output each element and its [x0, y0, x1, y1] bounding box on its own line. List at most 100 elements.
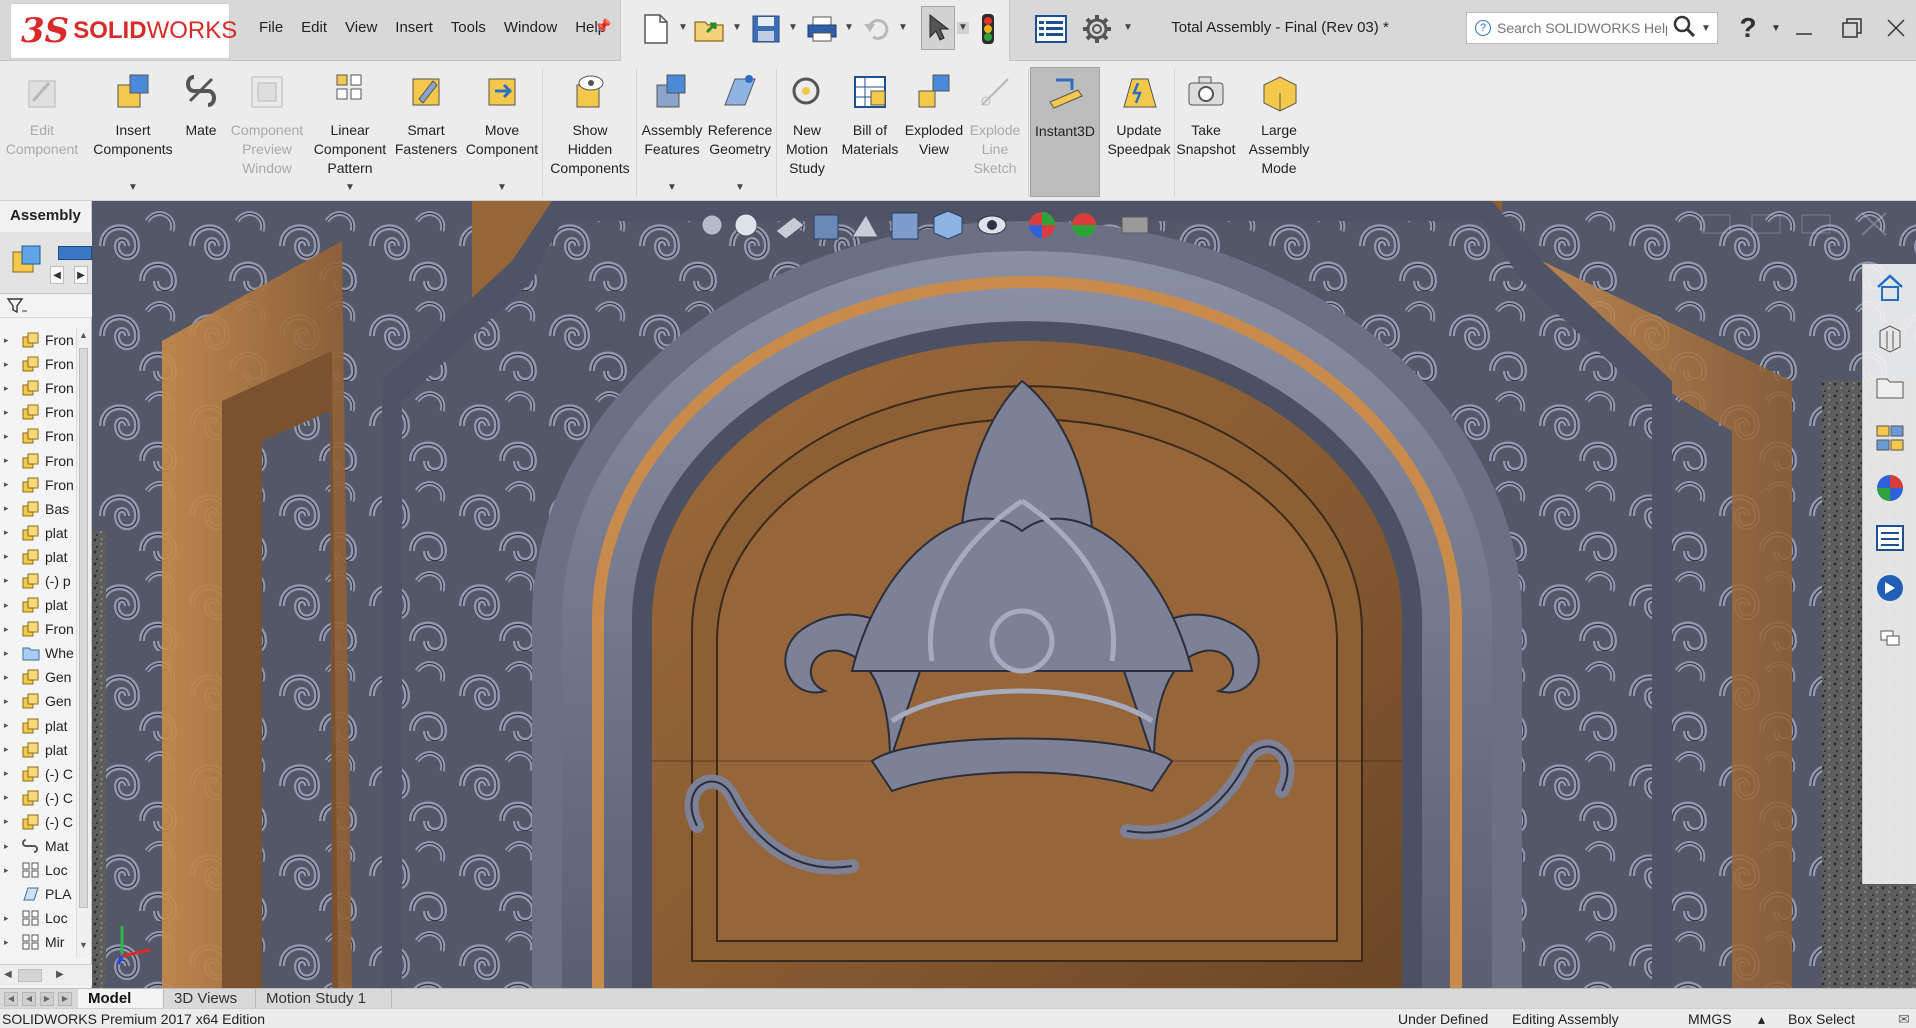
- bom-button[interactable]: Bill of Materials: [840, 67, 900, 197]
- tree-item[interactable]: ▸ Fron: [0, 448, 76, 472]
- expand-arrow-icon[interactable]: ▸: [4, 792, 16, 803]
- expand-arrow-icon[interactable]: ▸: [4, 551, 16, 562]
- new-document-icon[interactable]: [639, 12, 673, 46]
- tree-item[interactable]: ▸ Gen: [0, 665, 76, 689]
- expand-arrow-icon[interactable]: ▸: [4, 624, 16, 635]
- tree-item[interactable]: ▸ (-) C: [0, 810, 76, 834]
- expand-arrow-icon[interactable]: ▸: [4, 407, 16, 418]
- ribbon-dropdown-icon[interactable]: ▼: [128, 182, 138, 193]
- tab-assembly[interactable]: Assembly: [0, 201, 92, 232]
- tree-item[interactable]: ▸ Fron: [0, 400, 76, 424]
- show-hidden-button[interactable]: Show Hidden Components: [546, 67, 634, 197]
- select-icon[interactable]: [921, 6, 955, 50]
- ribbon-dropdown-icon[interactable]: ▼: [667, 182, 677, 193]
- save-icon[interactable]: [749, 12, 783, 46]
- expand-arrow-icon[interactable]: ▸: [4, 455, 16, 466]
- tree-item[interactable]: ▸ Bas: [0, 497, 76, 521]
- expand-arrow-icon[interactable]: ▸: [4, 479, 16, 490]
- move-component-button[interactable]: Move Component: [464, 67, 540, 197]
- open-dropdown-icon[interactable]: ▼: [731, 22, 743, 34]
- ribbon-dropdown-icon[interactable]: ▼: [345, 182, 355, 193]
- search-dropdown-icon[interactable]: ▼: [1701, 23, 1711, 34]
- motion-study-button[interactable]: New Motion Study: [778, 67, 836, 197]
- tree-item[interactable]: ▸ Fron: [0, 617, 76, 641]
- expand-arrow-icon[interactable]: ▸: [4, 937, 16, 948]
- feature-tree-scrollbar[interactable]: ▲ ▼: [76, 328, 90, 958]
- expand-arrow-icon[interactable]: ▸: [4, 431, 16, 442]
- hscroll-right-icon[interactable]: ▶: [56, 969, 64, 980]
- menu-window[interactable]: Window: [495, 16, 566, 39]
- view-palette-icon[interactable]: [1870, 418, 1910, 458]
- panel-scroll-left-icon[interactable]: ◀: [50, 266, 64, 284]
- insert-components-button[interactable]: Insert Components: [90, 67, 176, 197]
- status-selection-mode[interactable]: Box Select: [1788, 1011, 1855, 1027]
- expand-arrow-icon[interactable]: ▸: [4, 503, 16, 514]
- file-explorer-icon[interactable]: [1870, 368, 1910, 408]
- tree-item[interactable]: ▸ Mir: [0, 930, 76, 954]
- expand-arrow-icon[interactable]: ▸: [4, 720, 16, 731]
- menu-view[interactable]: View: [336, 16, 386, 39]
- tree-item[interactable]: ▸ Mat: [0, 834, 76, 858]
- bottom-tab-3d-views[interactable]: 3D Views: [164, 989, 256, 1009]
- scroll-down-icon[interactable]: ▼: [79, 940, 88, 950]
- expand-arrow-icon[interactable]: ▸: [4, 575, 16, 586]
- mate-button[interactable]: Mate: [178, 67, 224, 197]
- minimize-icon[interactable]: [1784, 10, 1824, 46]
- design-library-icon[interactable]: [1870, 318, 1910, 358]
- help-search-box[interactable]: ? ▼: [1466, 12, 1718, 44]
- expand-arrow-icon[interactable]: ▸: [4, 841, 16, 852]
- pin-icon[interactable]: 📌: [594, 18, 611, 35]
- status-units[interactable]: MMGS: [1688, 1011, 1732, 1027]
- expand-arrow-icon[interactable]: ▸: [4, 865, 16, 876]
- tree-item[interactable]: ▸ plat: [0, 738, 76, 762]
- task-pane-collapse-icon[interactable]: [1870, 618, 1910, 658]
- hscroll-left-icon[interactable]: ◀: [4, 969, 12, 980]
- exploded-view-button[interactable]: Exploded View: [904, 67, 964, 197]
- menu-file[interactable]: File: [250, 16, 292, 39]
- close-icon[interactable]: [1876, 10, 1916, 46]
- tree-item[interactable]: ▸ Gen: [0, 689, 76, 713]
- tree-filter-bar[interactable]: [0, 294, 92, 318]
- help-search-input[interactable]: [1497, 20, 1667, 36]
- undo-icon[interactable]: [861, 12, 895, 46]
- solidworks-logo[interactable]: 3S SOLID WORKS: [10, 3, 237, 59]
- expand-arrow-icon[interactable]: ▸: [4, 913, 16, 924]
- scroll-up-icon[interactable]: ▲: [79, 330, 88, 340]
- ribbon-dropdown-icon[interactable]: ▼: [735, 182, 745, 193]
- print-dropdown-icon[interactable]: ▼: [843, 22, 855, 34]
- undo-dropdown-icon[interactable]: ▼: [897, 22, 909, 34]
- units-caret-icon[interactable]: ▴: [1758, 1011, 1765, 1028]
- ribbon-dropdown-icon[interactable]: ▼: [497, 182, 507, 193]
- feature-manager-tab-icon[interactable]: [10, 244, 44, 283]
- menu-tools[interactable]: Tools: [442, 16, 495, 39]
- explode-line-button[interactable]: Explode Line Sketch: [966, 67, 1024, 197]
- solidworks-forum-icon[interactable]: [1870, 568, 1910, 608]
- expand-arrow-icon[interactable]: ▸: [4, 359, 16, 370]
- tab-next-icon[interactable]: ▶: [40, 992, 54, 1006]
- bottom-tab-motion-study-1[interactable]: Motion Study 1: [256, 989, 392, 1009]
- snapshot-button[interactable]: Take Snapshot: [1176, 67, 1236, 197]
- custom-properties-icon[interactable]: [1870, 518, 1910, 558]
- tree-item[interactable]: ▸ Fron: [0, 376, 76, 400]
- tab-last-icon[interactable]: ▶: [58, 992, 72, 1006]
- expand-arrow-icon[interactable]: ▸: [4, 744, 16, 755]
- tree-item[interactable]: PLA: [0, 882, 76, 906]
- edit-component-button[interactable]: Edit Component: [0, 67, 84, 197]
- tree-item[interactable]: ▸ plat: [0, 545, 76, 569]
- expand-arrow-icon[interactable]: ▸: [4, 527, 16, 538]
- tree-item[interactable]: ▸ Loc: [0, 858, 76, 882]
- tree-item[interactable]: ▸ (-) C: [0, 786, 76, 810]
- speedpak-button[interactable]: Update Speedpak: [1106, 67, 1172, 197]
- graphics-area[interactable]: [92, 201, 1916, 988]
- large-assembly-button[interactable]: Large Assembly Mode: [1238, 67, 1320, 197]
- expand-arrow-icon[interactable]: ▸: [4, 648, 16, 659]
- open-document-icon[interactable]: [693, 12, 727, 46]
- tree-item[interactable]: ▸ plat: [0, 521, 76, 545]
- property-manager-tab-icon[interactable]: [58, 246, 92, 260]
- new-dropdown-icon[interactable]: ▼: [677, 22, 689, 34]
- solidworks-resources-home-icon[interactable]: [1870, 268, 1910, 308]
- feature-tree-hscrollbar[interactable]: ◀ ▶: [0, 964, 92, 986]
- tree-item[interactable]: ▸ plat: [0, 714, 76, 738]
- tree-item[interactable]: ▸ (-) p: [0, 569, 76, 593]
- expand-arrow-icon[interactable]: ▸: [4, 383, 16, 394]
